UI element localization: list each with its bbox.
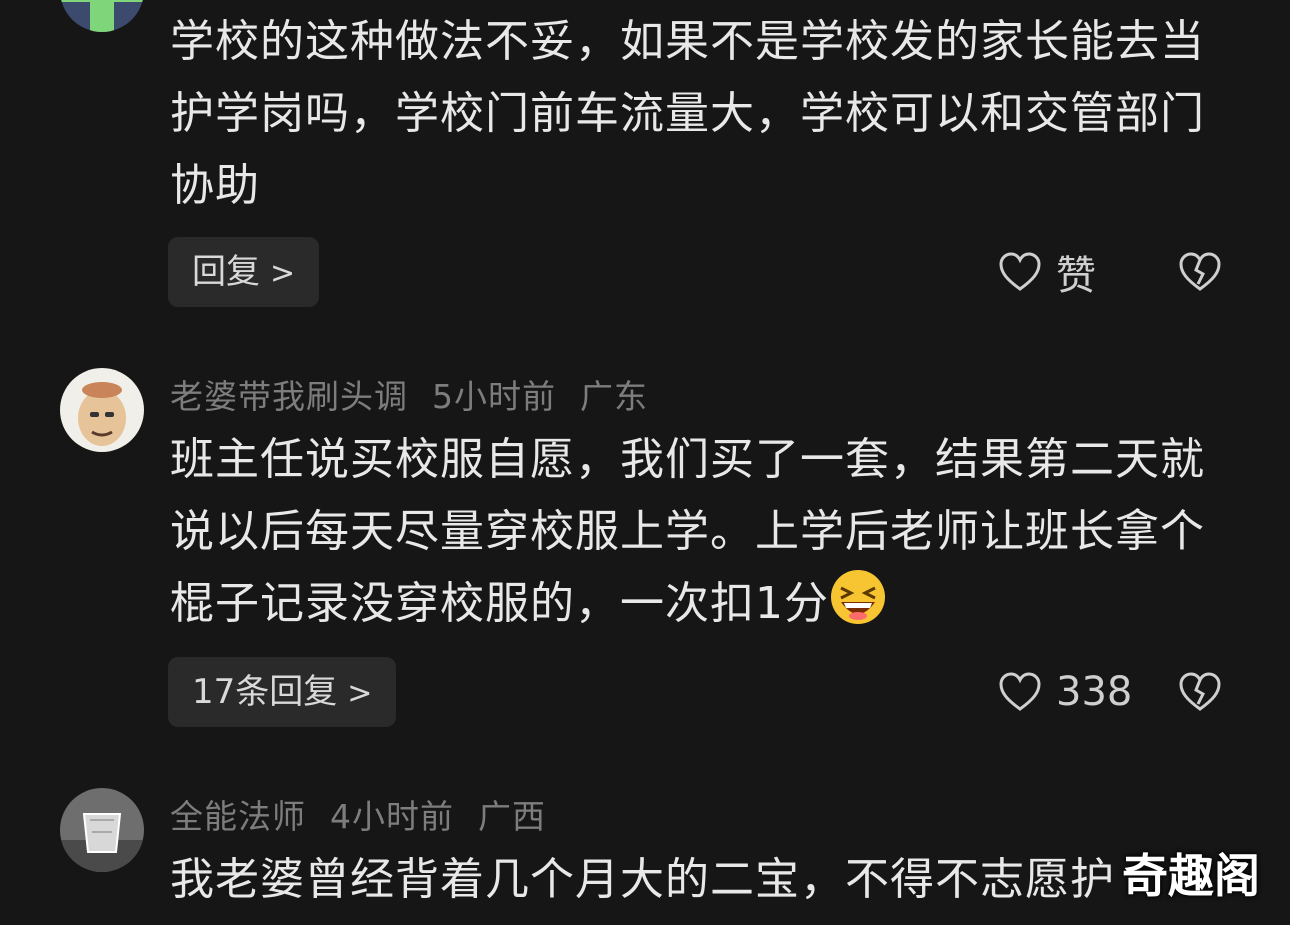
comment-1-text: 学校的这种做法不妥，如果不是学校发的家长能去当护学岗吗，学校门前车流量大，学校可… <box>170 16 1205 211</box>
location: 广东 <box>580 377 648 416</box>
man-face-avatar-icon <box>60 368 144 452</box>
comment-2-avatar[interactable] <box>60 368 144 452</box>
laughing-emoji-icon <box>831 570 885 624</box>
green-avatar-icon <box>60 0 144 32</box>
like-label: 赞 <box>1056 253 1096 299</box>
heart-icon <box>999 672 1041 711</box>
comment-2-meta: 老婆带我刷头调 5小时前 广东 <box>170 370 672 418</box>
like-count: 338 <box>1056 669 1133 715</box>
reply-label: 回复 <box>192 252 260 292</box>
author-name[interactable]: 全能法师 <box>170 797 306 836</box>
heart-icon <box>999 252 1041 291</box>
location: 广西 <box>478 797 546 836</box>
comment-2-like-button[interactable]: 338 <box>998 667 1132 717</box>
timestamp: 4小时前 <box>330 797 454 836</box>
glass-avatar-icon <box>60 788 144 872</box>
author-name[interactable]: 老婆带我刷头调 <box>170 377 408 416</box>
comment-1-reply-button[interactable]: 回复 > <box>168 237 320 307</box>
comment-2-text-content: 班主任说买校服自愿，我们买了一套，结果第二天就说以后每天尽量穿校服上学。上学后老… <box>170 434 1205 629</box>
comment-2-text: 班主任说买校服自愿，我们买了一套，结果第二天就说以后每天尽量穿校服上学。上学后老… <box>170 424 1230 640</box>
timestamp: 5小时前 <box>432 377 556 416</box>
watermark: 奇趣阁 <box>1122 849 1260 903</box>
comment-1: 学校的这种做法不妥，如果不是学校发的家长能去当护学岗吗，学校门前车流量大，学校可… <box>0 0 1290 320</box>
chevron-right-icon: > <box>270 256 296 291</box>
replies-label: 17条回复 <box>192 672 338 712</box>
broken-heart-icon[interactable] <box>1178 250 1222 294</box>
comment-1-like-button[interactable]: 赞 <box>998 247 1096 299</box>
comment-2-replies-button[interactable]: 17条回复 > <box>168 657 397 727</box>
broken-heart-icon[interactable] <box>1178 670 1222 714</box>
comment-1-avatar[interactable] <box>60 0 144 32</box>
comment-3-meta: 全能法师 4小时前 广西 <box>170 790 570 838</box>
comment-3-avatar[interactable] <box>60 788 144 872</box>
chevron-right-icon: > <box>347 676 373 711</box>
comment-3-text: 我老婆曾经背着几个月大的二宝，不得不志愿护 <box>170 854 1115 905</box>
